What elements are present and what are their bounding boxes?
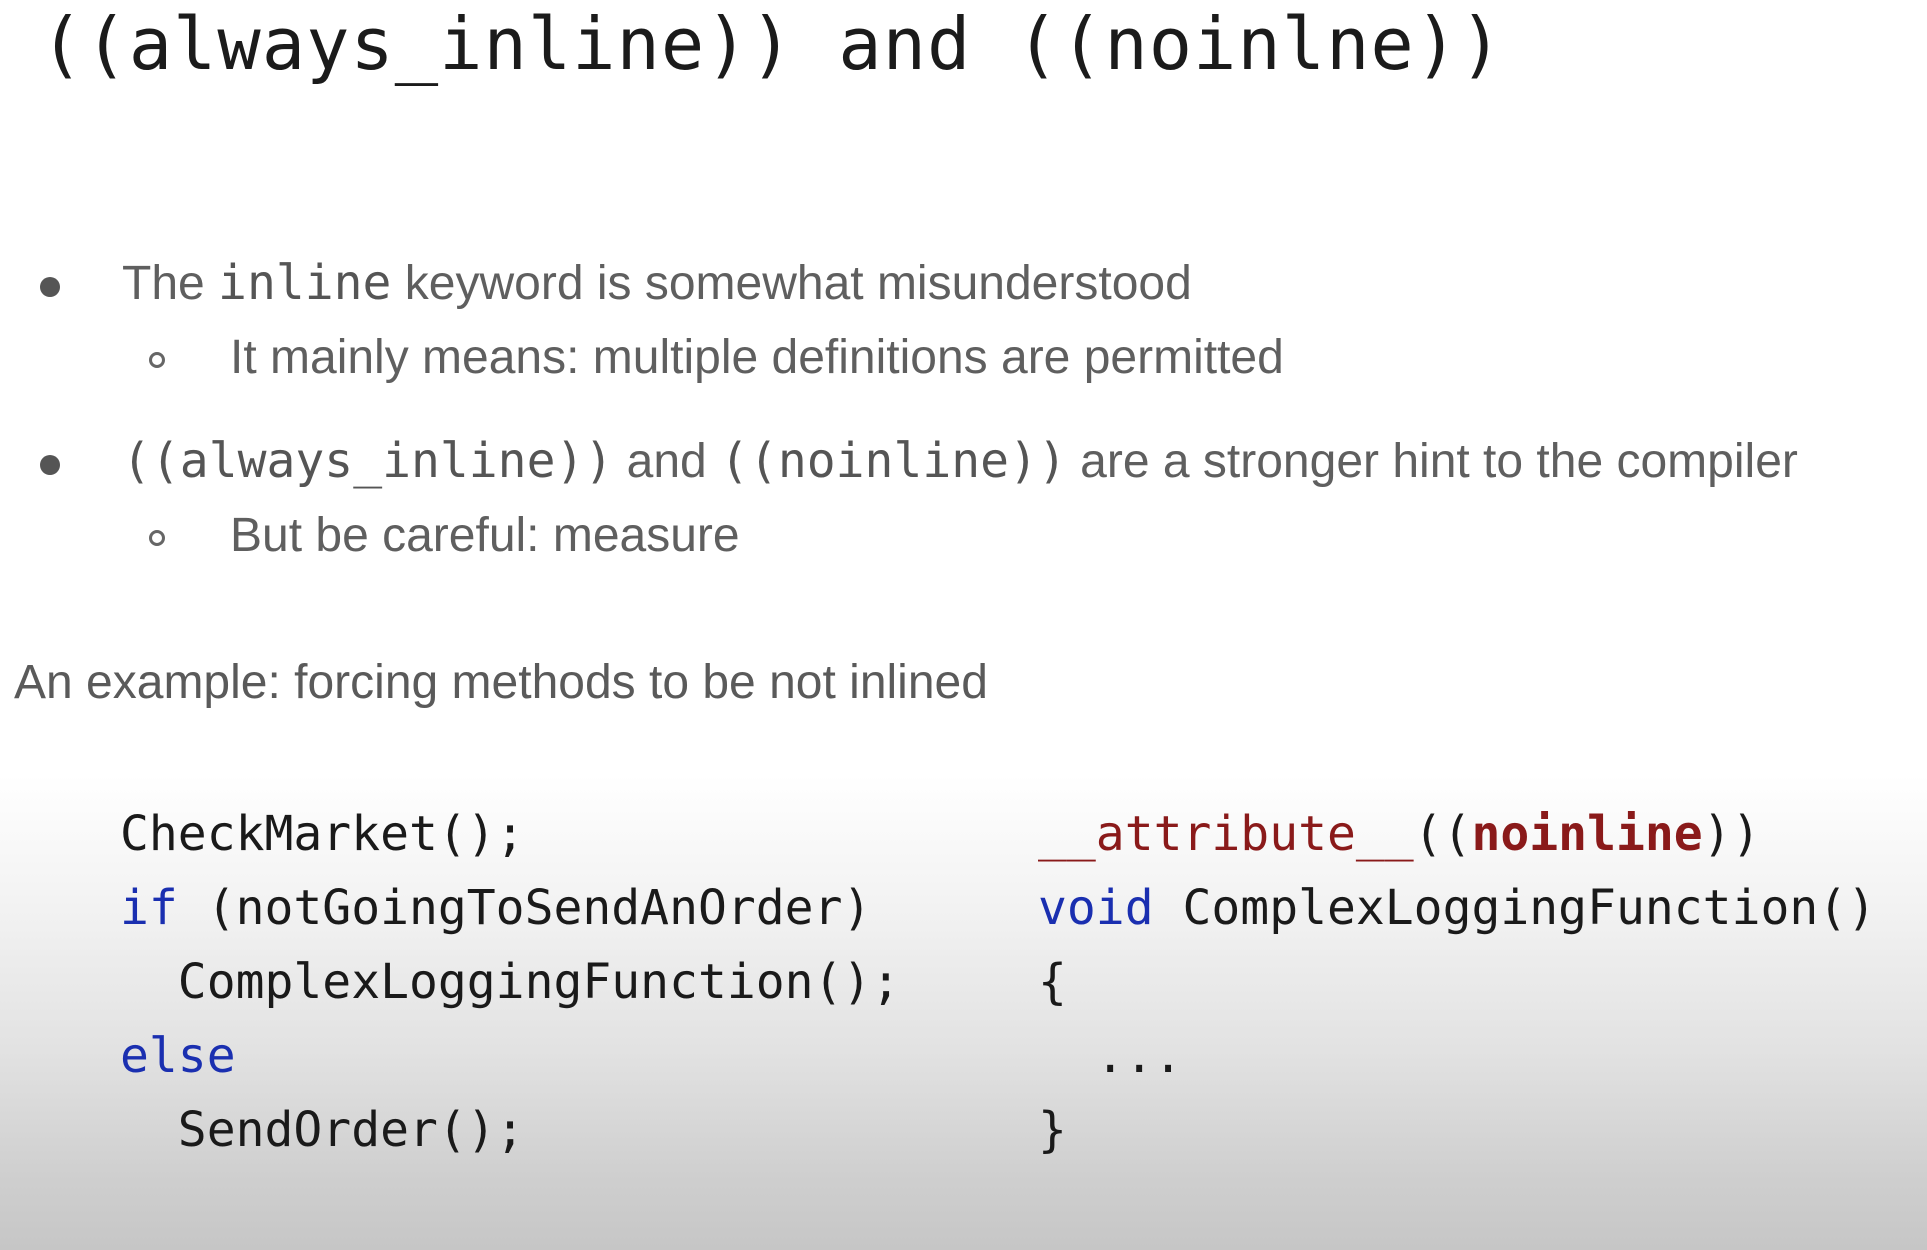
bullet-1-sub-text: It mainly means: multiple definitions ar… [230,331,1284,384]
bullet-1-text-before: The [122,257,219,310]
sub-bullet-ring-icon [149,352,165,368]
bullet-2-text: ((always_inline)) and ((noinline)) are a… [122,433,1798,489]
bullet-1-code: inline [218,255,392,311]
sub-bullet-ring-icon [149,530,165,546]
code-line: __attribute__((noinline)) [1038,797,1876,871]
bullet-2-mid: and [613,435,721,488]
bullet-dot-icon [40,277,60,297]
code-keyword: else [120,1028,236,1084]
code-paren-open: (( [1413,806,1472,862]
code-noinline: noinline [1471,806,1703,862]
code-paren-close: )) [1702,806,1761,862]
right-code-block: __attribute__((noinline)) void ComplexLog… [1038,797,1876,1167]
example-label: An example: forcing methods to be not in… [14,656,988,709]
code-line: void ComplexLoggingFunction() [1038,871,1876,945]
code-line: { [1038,954,1067,1010]
bullet-2-text-after: are a stronger hint to the compiler [1066,435,1798,488]
bullet-1-text-after: keyword is somewhat misunderstood [391,257,1192,310]
code-line: CheckMarket(); [120,806,525,862]
code-text: ComplexLoggingFunction() [1153,880,1877,936]
left-code-block: CheckMarket(); if (notGoingToSendAnOrder)… [120,797,900,1167]
code-line: ComplexLoggingFunction(); [120,954,901,1010]
code-line: ... [1038,1028,1183,1084]
code-keyword: if [120,880,178,936]
bullet-dot-icon [40,455,60,475]
slide-title: ((always_inline)) and ((noinlne)) [40,2,1504,86]
code-text: (notGoingToSendAnOrder) [177,880,872,936]
bullet-2-sub-text: But be careful: measure [230,509,740,562]
code-attribute: __attribute__ [1038,806,1414,862]
bullet-2-code-1: ((always_inline)) [122,433,614,489]
code-line: if (notGoingToSendAnOrder) [120,871,900,945]
code-line: SendOrder(); [120,1102,525,1158]
bullet-2-code-2: ((noinline)) [720,433,1067,489]
code-line: else [120,1019,900,1093]
code-keyword: void [1038,880,1154,936]
code-line: } [1038,1102,1067,1158]
bullet-1-text: The inline keyword is somewhat misunders… [122,255,1192,311]
slide: ((always_inline)) and ((noinlne)) The in… [0,0,1927,1250]
